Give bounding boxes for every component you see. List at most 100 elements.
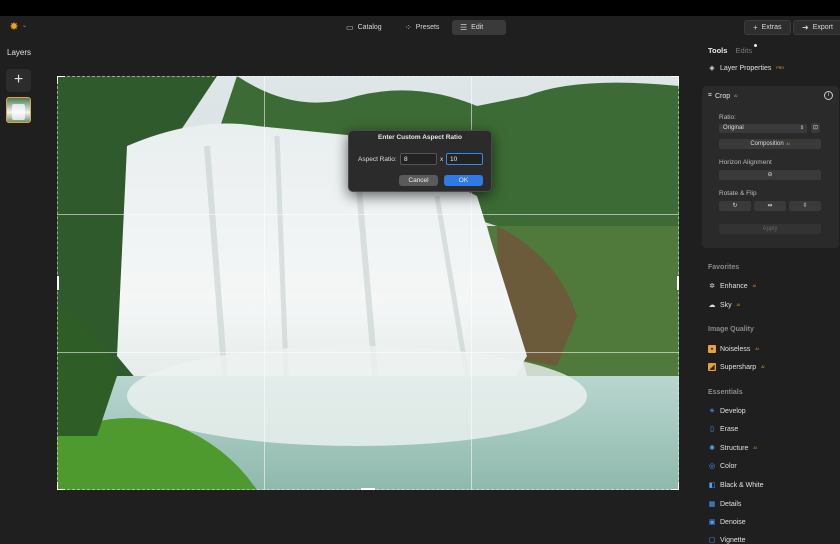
- ai-badge: AI: [755, 347, 759, 351]
- flip-horizontal-icon: ⇹: [767, 203, 773, 209]
- composition-button[interactable]: Composition AI: [719, 139, 821, 149]
- apply-button[interactable]: Apply: [719, 224, 821, 234]
- select-arrows-icon: ⇕: [799, 125, 804, 131]
- info-icon[interactable]: i: [824, 91, 833, 100]
- crop-header[interactable]: ⌗ Crop AI: [708, 92, 737, 100]
- ratio-label: Ratio:: [719, 114, 736, 121]
- details-icon: ▦: [708, 501, 716, 508]
- layers-title: Layers: [7, 48, 32, 57]
- tool-item-sky[interactable]: ☁ Sky AI: [708, 301, 740, 310]
- tools-panel: Tools Edits ◈ Layer Properties PRO ⌗ Cro…: [702, 38, 840, 544]
- crop-ai-badge: AI: [734, 94, 738, 98]
- tool-item-erase[interactable]: ▯ Erase: [708, 425, 739, 434]
- rotate-button[interactable]: ↻: [719, 201, 751, 211]
- catalog-button[interactable]: ▭ Catalog: [338, 20, 390, 35]
- flip-vertical-button[interactable]: ⇳: [789, 201, 821, 211]
- crop-handle-bottom[interactable]: [361, 488, 375, 490]
- custom-aspect-ratio-dialog: Enter Custom Aspect Ratio Aspect Ratio: …: [348, 130, 492, 192]
- crop-corner-bottom-left[interactable]: [57, 482, 65, 490]
- enhance-icon: ✲: [709, 283, 715, 290]
- composition-ai-badge: AI: [786, 142, 790, 146]
- tool-label: Vignette: [720, 536, 746, 544]
- tool-item-black-white[interactable]: ◧ Black & White: [708, 481, 764, 490]
- ai-badge: AI: [753, 446, 757, 450]
- favorites-section-title: Favorites: [708, 264, 740, 271]
- add-layer-button[interactable]: +: [6, 69, 31, 92]
- eraser-icon: ▯: [710, 426, 714, 433]
- ratio-value: Original: [723, 125, 744, 131]
- app-logo-icon[interactable]: ✸: [8, 21, 20, 33]
- crop-handle-left[interactable]: [57, 276, 59, 290]
- extras-button[interactable]: + Extras: [744, 20, 791, 35]
- image-quality-section-title: Image Quality: [708, 326, 754, 333]
- tool-item-supersharp[interactable]: ◢ Supersharp AI: [708, 363, 765, 371]
- denoise-icon: ▣: [708, 519, 716, 526]
- tool-item-structure[interactable]: ✺ Structure AI: [708, 444, 757, 453]
- orientation-toggle-button[interactable]: ⊡: [811, 123, 820, 133]
- edit-button[interactable]: ☰ Edit: [452, 20, 506, 35]
- tab-tools[interactable]: Tools: [708, 46, 727, 55]
- export-button[interactable]: ➜ Export: [793, 20, 840, 35]
- tool-label: Black & White: [720, 481, 764, 489]
- ok-button[interactable]: OK: [444, 175, 483, 186]
- cancel-button[interactable]: Cancel: [399, 175, 438, 186]
- tool-label: Color: [720, 462, 737, 470]
- edits-indicator-dot: [754, 44, 758, 47]
- catalog-label: Catalog: [357, 24, 382, 31]
- crop-corner-top-right[interactable]: [671, 76, 679, 84]
- crop-title: Crop: [714, 92, 731, 100]
- tool-label: Structure: [720, 444, 749, 452]
- ai-badge: AI: [736, 303, 740, 307]
- horizon-alignment-button[interactable]: ⊖: [719, 170, 821, 180]
- tool-item-denoise[interactable]: ▣ Denoise: [708, 518, 746, 527]
- tool-item-color[interactable]: ◎ Color: [708, 462, 737, 471]
- crop-corner-top-left[interactable]: [57, 76, 65, 84]
- aspect-ratio-height-input[interactable]: [446, 153, 483, 165]
- layer-properties-item[interactable]: ◈ Layer Properties PRO: [708, 64, 784, 73]
- tool-item-noiseless[interactable]: ▪ Noiseless AI: [708, 345, 759, 353]
- tool-label: Develop: [720, 407, 746, 415]
- composition-label: Composition: [750, 141, 784, 147]
- ai-badge: AI: [761, 365, 765, 369]
- cloud-icon: ☁: [708, 302, 716, 309]
- tool-label: Noiseless: [720, 345, 751, 353]
- flip-horizontal-button[interactable]: ⇹: [754, 201, 786, 211]
- extras-label: Extras: [761, 24, 782, 31]
- crop-handle-right[interactable]: [677, 276, 679, 290]
- crop-grid-horizontal-1: [57, 214, 679, 215]
- tool-label: Sky: [720, 301, 732, 309]
- tab-edits[interactable]: Edits: [735, 44, 758, 55]
- presets-button[interactable]: ⁘ Presets: [397, 20, 447, 35]
- layer-thumbnail[interactable]: [6, 97, 31, 123]
- sliders-icon: ☰: [460, 23, 468, 32]
- crop-corner-bottom-right[interactable]: [671, 482, 679, 490]
- rotate-icon: ↻: [732, 203, 738, 209]
- tool-item-details[interactable]: ▦ Details: [708, 500, 742, 509]
- layers-icon: ◈: [709, 65, 715, 72]
- horizon-icon: ⊖: [767, 172, 773, 178]
- supersharp-icon: ◢: [708, 363, 716, 371]
- ratio-select[interactable]: Original ⇕: [719, 124, 807, 133]
- aspect-ratio-width-input[interactable]: [400, 153, 437, 165]
- chevron-down-icon[interactable]: ⌄: [22, 22, 27, 29]
- tool-label: Enhance: [720, 282, 748, 290]
- export-icon: ➜: [802, 23, 809, 32]
- crop-grid-horizontal-2: [57, 352, 679, 353]
- tool-item-vignette[interactable]: ▢ Vignette: [708, 536, 746, 544]
- crop-grid-vertical-1: [264, 76, 265, 490]
- vignette-icon: ▢: [708, 537, 716, 544]
- tool-label: Details: [720, 500, 742, 508]
- structure-icon: ✺: [709, 445, 715, 452]
- dialog-title: Enter Custom Aspect Ratio: [378, 134, 462, 141]
- top-toolbar: ✸ ⌄ ▭ Catalog ⁘ Presets ☰ Edit + Extras …: [0, 16, 840, 38]
- export-label: Export: [812, 24, 833, 31]
- tool-item-enhance[interactable]: ✲ Enhance AI: [708, 282, 756, 291]
- tool-label: Supersharp: [720, 363, 757, 371]
- crop-tool-panel: ⌗ Crop AI i Ratio: Original ⇕ ⊡ Composit…: [702, 86, 839, 248]
- tab-edits-label: Edits: [735, 46, 753, 55]
- tool-item-develop[interactable]: ☀ Develop: [708, 407, 746, 416]
- ratio-separator: x: [440, 156, 444, 163]
- tool-label: Erase: [720, 425, 739, 433]
- rotate-flip-label: Rotate & Flip: [719, 190, 757, 197]
- presets-icon: ⁘: [405, 23, 412, 32]
